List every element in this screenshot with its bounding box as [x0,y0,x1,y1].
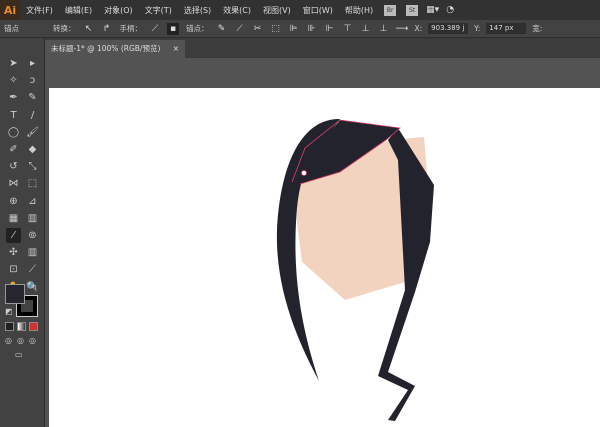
cut-path-icon[interactable]: ✂ [252,23,264,35]
gradient-tool-icon[interactable]: ▥ [25,211,40,226]
shape-builder-tool-icon[interactable]: ⊕ [6,194,21,209]
menu-bar: Ai 文件(F) 编辑(E) 对象(O) 文字(T) 选择(S) 效果(C) 视… [0,0,600,20]
draw-inside-icon[interactable]: ◎ [29,336,36,345]
x-label: X: [414,24,423,33]
hide-handles-icon[interactable]: ▪ [167,22,179,35]
pencil-tool-icon[interactable]: ✎ [25,90,40,105]
default-colors-icon[interactable]: ◩ [5,307,13,316]
color-mode-icon[interactable] [5,322,14,331]
menu-select[interactable]: 选择(S) [178,5,217,16]
align-bottom-icon[interactable]: ⊥ [378,23,390,35]
document-tabs: 未标题-1* @ 100% (RGB/预览) × [45,38,600,58]
shaper-tool-icon[interactable]: ✐ [6,142,21,157]
align-right-icon[interactable]: ⊩ [324,23,336,35]
symbol-sprayer-tool-icon[interactable]: ✣ [6,245,21,260]
none-mode-icon[interactable] [29,322,38,331]
swap-fill-stroke-icon[interactable]: ↰ [31,283,38,292]
lasso-tool-icon[interactable]: ↄ [25,73,40,88]
x-field[interactable]: 903.389 j [428,23,469,34]
eyedropper-tool-icon[interactable]: ⁄ [6,228,21,243]
pen-tool-icon[interactable]: ✒ [6,90,21,105]
rotate-tool-icon[interactable]: ↺ [6,159,21,174]
menu-effect[interactable]: 效果(C) [217,5,257,16]
gradient-mode-icon[interactable] [17,322,26,331]
control-bar: 锚点 转换： ↖ ↱ 手柄： ⟋ ▪ 锚点： ✎ ⟋ ✂ ⬚ ⊫ ⊪ ⊩ ⊤ ⊥… [0,20,600,38]
isolate-icon[interactable]: ⬚ [270,23,282,35]
menu-edit[interactable]: 编辑(E) [59,5,98,16]
canvas[interactable] [46,58,600,427]
convert-smooth-icon[interactable]: ↱ [101,23,113,35]
document-tab-title: 未标题-1* @ 100% (RGB/预览) [51,44,161,53]
app-logo: Ai [0,0,20,20]
convert-corner-icon[interactable]: ↖ [83,23,95,35]
type-tool-icon[interactable]: T [6,108,21,123]
menu-file[interactable]: 文件(F) [20,5,59,16]
draw-normal-icon[interactable]: ◎ [5,336,12,345]
line-tool-icon[interactable]: / [25,108,40,123]
connect-anchor-icon[interactable]: ⟋ [234,23,246,35]
free-transform-tool-icon[interactable]: ⬚ [25,176,40,191]
perspective-tool-icon[interactable]: ⊿ [25,194,40,209]
align-top-icon[interactable]: ⊤ [342,23,354,35]
fill-swatch[interactable] [5,284,25,304]
ellipse-tool-icon[interactable]: ◯ [6,125,21,140]
align-left-icon[interactable]: ⊫ [288,23,300,35]
menu-view[interactable]: 视图(V) [257,5,297,16]
workspace-layout-icon[interactable]: ▦▾ [426,4,439,16]
bridge-button[interactable]: Br [384,4,397,16]
align-center-icon[interactable]: ⊪ [306,23,318,35]
artboard[interactable] [49,88,600,427]
menu-type[interactable]: 文字(T) [139,5,178,16]
eraser-tool-icon[interactable]: ◆ [25,142,40,157]
anchor-label: 锚点 [4,24,19,33]
column-graph-tool-icon[interactable]: ▥ [25,245,40,260]
blend-tool-icon[interactable]: ⊚ [25,228,40,243]
direct-selection-tool-icon[interactable]: ▸ [25,56,40,71]
mesh-tool-icon[interactable]: ▦ [6,211,21,226]
y-field[interactable]: 147 px [486,23,527,34]
stock-button[interactable]: St [406,4,419,16]
width-tool-icon[interactable]: ⋈ [6,176,21,191]
draw-behind-icon[interactable]: ◎ [17,336,24,345]
show-handles-icon[interactable]: ⟋ [149,23,161,35]
transform-icon[interactable]: ⟶ [396,23,409,35]
anchors-label: 锚点： [186,24,209,33]
y-label: Y: [474,24,481,33]
width-label: 宽: [532,24,543,33]
document-tab[interactable]: 未标题-1* @ 100% (RGB/预览) × [45,40,185,58]
align-middle-icon[interactable]: ⊥ [360,23,372,35]
magic-wand-tool-icon[interactable]: ✧ [6,73,21,88]
tools-panel: ➤▸✧ↄ✒✎T/◯🖌✐◆↺⤡⋈⬚⊕⊿▦▥⁄⊚✣▥⊡⟋✋🔍↰◩◎◎◎▭ [0,38,45,427]
artboard-tool-icon[interactable]: ⊡ [6,262,21,277]
remove-anchor-icon[interactable]: ✎ [216,23,228,35]
menu-help[interactable]: 帮助(H) [339,5,379,16]
screen-mode-icon[interactable]: ▭ [15,350,23,359]
close-tab-button[interactable]: × [173,40,179,58]
handles-label: 手柄： [119,24,143,33]
scale-tool-icon[interactable]: ⤡ [25,159,40,174]
paintbrush-tool-icon[interactable]: 🖌 [25,125,40,140]
gpu-performance-icon[interactable]: ◔ [444,4,456,16]
menu-window[interactable]: 窗口(W) [297,5,339,16]
selection-tool-icon[interactable]: ➤ [6,56,21,71]
slice-tool-icon[interactable]: ⟋ [25,262,40,277]
menu-object[interactable]: 对象(O) [98,5,139,16]
convert-label: 转换： [53,24,76,33]
